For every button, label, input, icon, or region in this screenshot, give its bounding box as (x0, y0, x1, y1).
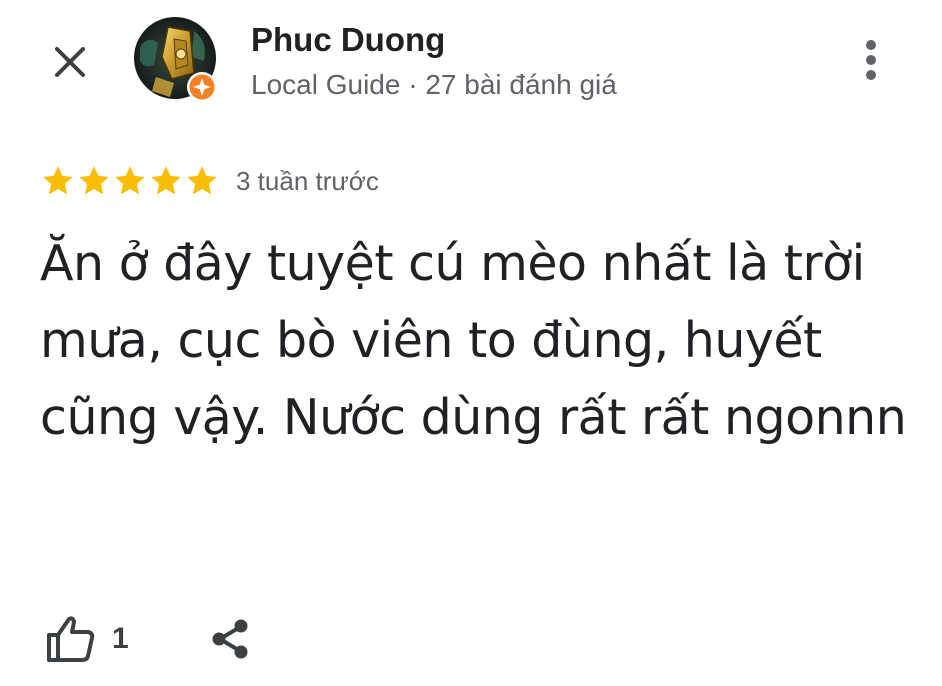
like-count: 1 (112, 622, 129, 655)
star-rating (40, 163, 220, 199)
more-options-button[interactable] (846, 34, 896, 86)
star-icon (151, 166, 181, 195)
share-button[interactable] (203, 612, 257, 666)
more-vert-icon (866, 40, 876, 80)
close-button[interactable] (44, 36, 96, 88)
close-icon (55, 47, 85, 77)
thumb-up-icon (47, 616, 95, 662)
local-guide-badge (186, 71, 218, 103)
reviewer-meta: Local Guide · 27 bài đánh giá (251, 69, 617, 100)
reviewer-avatar[interactable] (134, 17, 220, 103)
rating-row: 3 tuần trước (40, 162, 379, 200)
star-icon (79, 166, 109, 195)
star-icon (187, 166, 217, 195)
reviewer-name[interactable]: Phuc Duong (251, 20, 445, 60)
local-guide-star-icon (187, 72, 217, 102)
star-icon (115, 166, 145, 195)
share-icon (212, 619, 248, 659)
review-detail-screen: Phuc Duong Local Guide · 27 bài đánh giá… (0, 0, 942, 686)
like-button[interactable]: 1 (44, 612, 129, 666)
star-icon (43, 166, 73, 195)
review-text: Ăn ở đây tuyệt cú mèo nhất là trời mưa, … (40, 235, 907, 446)
review-time: 3 tuần trước (236, 165, 379, 196)
